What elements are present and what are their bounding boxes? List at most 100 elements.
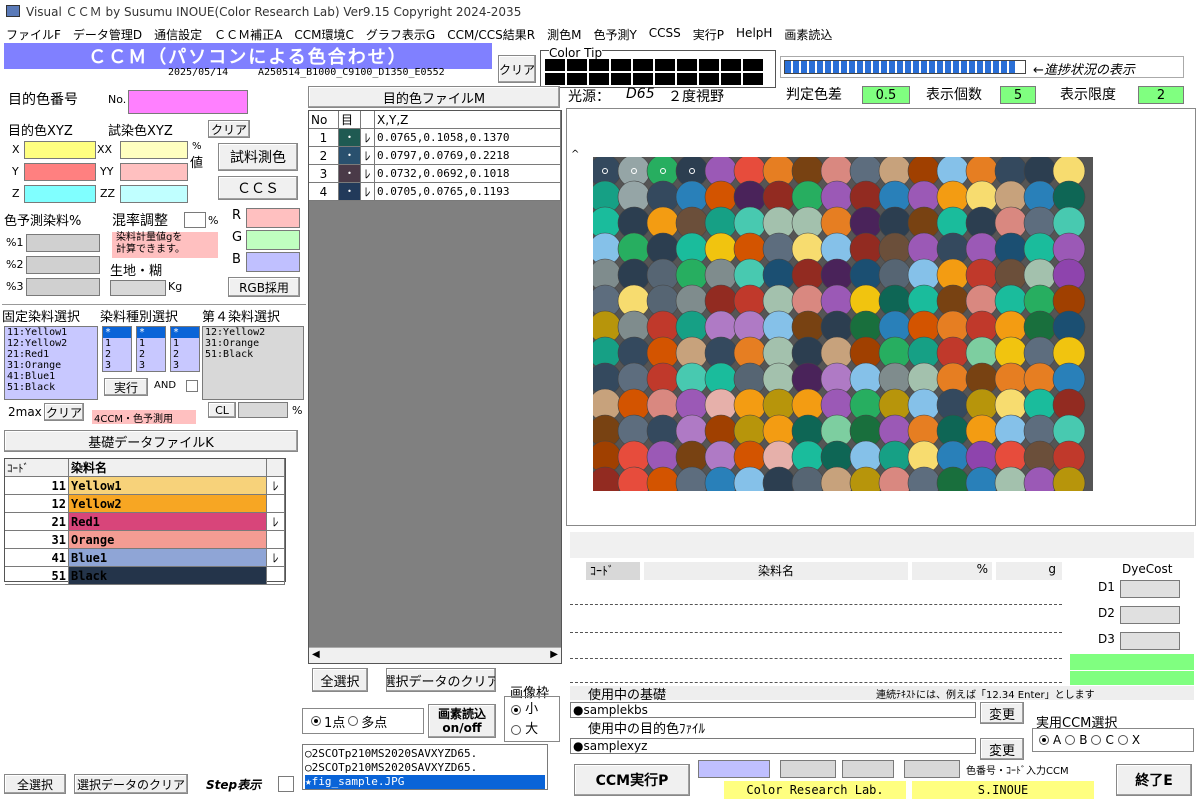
xyz-clear-button[interactable]: クリア xyxy=(208,120,250,138)
list-item[interactable]: 12:Yellow2 xyxy=(5,338,97,349)
target-z-field[interactable] xyxy=(24,185,96,203)
list-item[interactable]: 51:Black xyxy=(203,349,303,360)
file-item[interactable]: ○2SCOTp210MS2020SAVXYZD65. xyxy=(305,747,545,761)
target-check[interactable]: ﾚ xyxy=(361,165,375,183)
p2-field[interactable] xyxy=(26,256,100,274)
targetfile-button[interactable]: 目的色ファイルM xyxy=(308,86,560,108)
target-check[interactable]: ﾚ xyxy=(361,129,375,147)
menu-item-8[interactable]: 色予測Y xyxy=(587,24,642,44)
input-box-3[interactable] xyxy=(842,760,894,778)
menu-item-1[interactable]: データ管理D xyxy=(67,24,148,44)
large-radio[interactable] xyxy=(511,724,521,735)
dye-check[interactable]: ﾚ xyxy=(267,549,285,567)
ccm-option-c-radio[interactable] xyxy=(1091,735,1102,745)
h-scrollbar[interactable]: ◀ ▶ xyxy=(309,647,561,663)
dye-check[interactable]: ﾚ xyxy=(267,477,285,495)
menu-item-10[interactable]: 実行P xyxy=(687,24,730,44)
count-field[interactable]: 5 xyxy=(1000,86,1036,104)
menu-item-2[interactable]: 通信設定 xyxy=(148,24,208,44)
table-row[interactable]: 21 Red1 ﾚ xyxy=(5,513,285,531)
d2-field[interactable] xyxy=(1120,606,1180,624)
cl-button[interactable]: CL xyxy=(208,402,236,418)
list-item[interactable]: 2 xyxy=(137,349,165,360)
fixed-dye-list[interactable]: 11:Yellow1 12:Yellow2 21:Red1 31:Orange 41:B… xyxy=(4,326,98,400)
dye-check[interactable] xyxy=(267,495,285,513)
menu-item-11[interactable]: HelpH xyxy=(730,24,778,44)
kind-list-b[interactable]: * 1 2 3 xyxy=(136,326,166,372)
target-number-input[interactable] xyxy=(128,90,248,114)
target-y-field[interactable] xyxy=(24,163,96,181)
list-item[interactable]: 3 xyxy=(103,360,131,371)
multi-point-radio[interactable] xyxy=(348,716,359,726)
ccm-exec-button[interactable]: CCM実行P xyxy=(574,764,690,796)
limit-field[interactable]: 2 xyxy=(1138,86,1184,104)
list-item[interactable]: 2 xyxy=(171,349,199,360)
trial-z-field[interactable] xyxy=(120,185,188,203)
target-change-button[interactable]: 変更 xyxy=(980,738,1024,760)
step-checkbox[interactable] xyxy=(278,776,294,792)
list-item[interactable]: 11:Yellow1 xyxy=(5,327,97,338)
menu-item-3[interactable]: ＣＣＭ補正A xyxy=(208,24,288,44)
table-row[interactable]: 4 • ﾚ 0.0705,0.0765,0.1193 xyxy=(309,183,561,201)
list-item[interactable]: 2 xyxy=(103,349,131,360)
menu-item-7[interactable]: 測色M xyxy=(541,24,587,44)
file-item[interactable]: ○2SCOTp210MS2020SAVXYZD65. xyxy=(305,761,545,775)
list-item[interactable]: 1 xyxy=(103,338,131,349)
table-row[interactable]: 3 • ﾚ 0.0732,0.0692,0.1018 xyxy=(309,165,561,183)
list-item[interactable]: 3 xyxy=(171,360,199,371)
list-item[interactable]: 21:Red1 xyxy=(5,349,97,360)
table-row[interactable]: 41 Blue1 ﾚ xyxy=(5,549,285,567)
rgb-adopt-button[interactable]: RGB採用 xyxy=(228,277,300,297)
fabric-field[interactable] xyxy=(110,280,166,296)
mid-clear-selection-button[interactable]: 選択データのクリア xyxy=(386,668,496,692)
trial-measure-button[interactable]: 試料測色 xyxy=(218,143,298,171)
table-row[interactable]: 12 Yellow2 xyxy=(5,495,285,513)
scroll-left-icon[interactable]: ◀ xyxy=(312,649,320,660)
kind-list-a[interactable]: * 1 2 3 xyxy=(102,326,132,372)
list-item[interactable]: 31:Orange xyxy=(203,338,303,349)
dye-check[interactable] xyxy=(267,567,285,585)
ccm-option-x-radio[interactable] xyxy=(1117,735,1128,745)
cl-field[interactable] xyxy=(238,402,288,418)
fourth-dye-list[interactable]: 12:Yellow2 31:Orange 51:Black xyxy=(202,326,304,400)
base-change-button[interactable]: 変更 xyxy=(980,702,1024,724)
dye-check[interactable]: ﾚ xyxy=(267,513,285,531)
menu-item-6[interactable]: CCM/CCS結果R xyxy=(441,24,541,44)
list-item[interactable]: 3 xyxy=(137,360,165,371)
menu-item-12[interactable]: 画素読込 xyxy=(778,24,838,44)
list-item[interactable]: 1 xyxy=(171,338,199,349)
table-row[interactable]: 11 Yellow1 ﾚ xyxy=(5,477,285,495)
dye-check[interactable] xyxy=(267,531,285,549)
end-button[interactable]: 終了E xyxy=(1116,764,1192,796)
clear-selection-button[interactable]: 選択データのクリア xyxy=(74,774,188,794)
kind-exec-button[interactable]: 実行 xyxy=(104,378,148,396)
list-item[interactable]: 12:Yellow2 xyxy=(203,327,303,338)
target-check[interactable]: ﾚ xyxy=(361,183,375,201)
ccm-option-a-radio[interactable] xyxy=(1039,735,1049,745)
target-check[interactable]: ﾚ xyxy=(361,147,375,165)
g-field[interactable] xyxy=(246,230,300,250)
table-row[interactable]: 1 • ﾚ 0.0765,0.1058,0.1370 xyxy=(309,129,561,147)
judge-field[interactable]: 0.5 xyxy=(862,86,910,104)
target-file-field[interactable]: ●samplexyz xyxy=(570,738,976,754)
small-radio[interactable] xyxy=(511,704,521,715)
list-item[interactable]: * xyxy=(171,327,199,338)
colortip-clear-button[interactable]: クリア xyxy=(498,55,536,83)
table-row[interactable]: 51 Black xyxy=(5,567,285,585)
mix-field[interactable] xyxy=(184,212,206,228)
list-item[interactable]: 41:Blue1 xyxy=(5,371,97,382)
p3-field[interactable] xyxy=(26,278,100,296)
color-sample-image[interactable] xyxy=(593,157,1093,491)
fixed-clear-button[interactable]: クリア xyxy=(44,403,84,421)
kind-list-c[interactable]: * 1 2 3 xyxy=(170,326,200,372)
list-item[interactable]: 31:Orange xyxy=(5,360,97,371)
image-file-list[interactable]: ○2SCOTp210MS2020SAVXYZD65. ○2SCOTp210MS20… xyxy=(302,744,548,790)
file-item[interactable]: ★fig_sample.JPG xyxy=(305,775,545,789)
list-item[interactable]: * xyxy=(137,327,165,338)
d3-field[interactable] xyxy=(1120,632,1180,650)
list-item[interactable]: * xyxy=(103,327,131,338)
menu-item-0[interactable]: ファイルF xyxy=(0,24,67,44)
list-item[interactable]: 51:Black xyxy=(5,382,97,393)
target-x-field[interactable] xyxy=(24,141,96,159)
input-box-4[interactable] xyxy=(904,760,960,778)
